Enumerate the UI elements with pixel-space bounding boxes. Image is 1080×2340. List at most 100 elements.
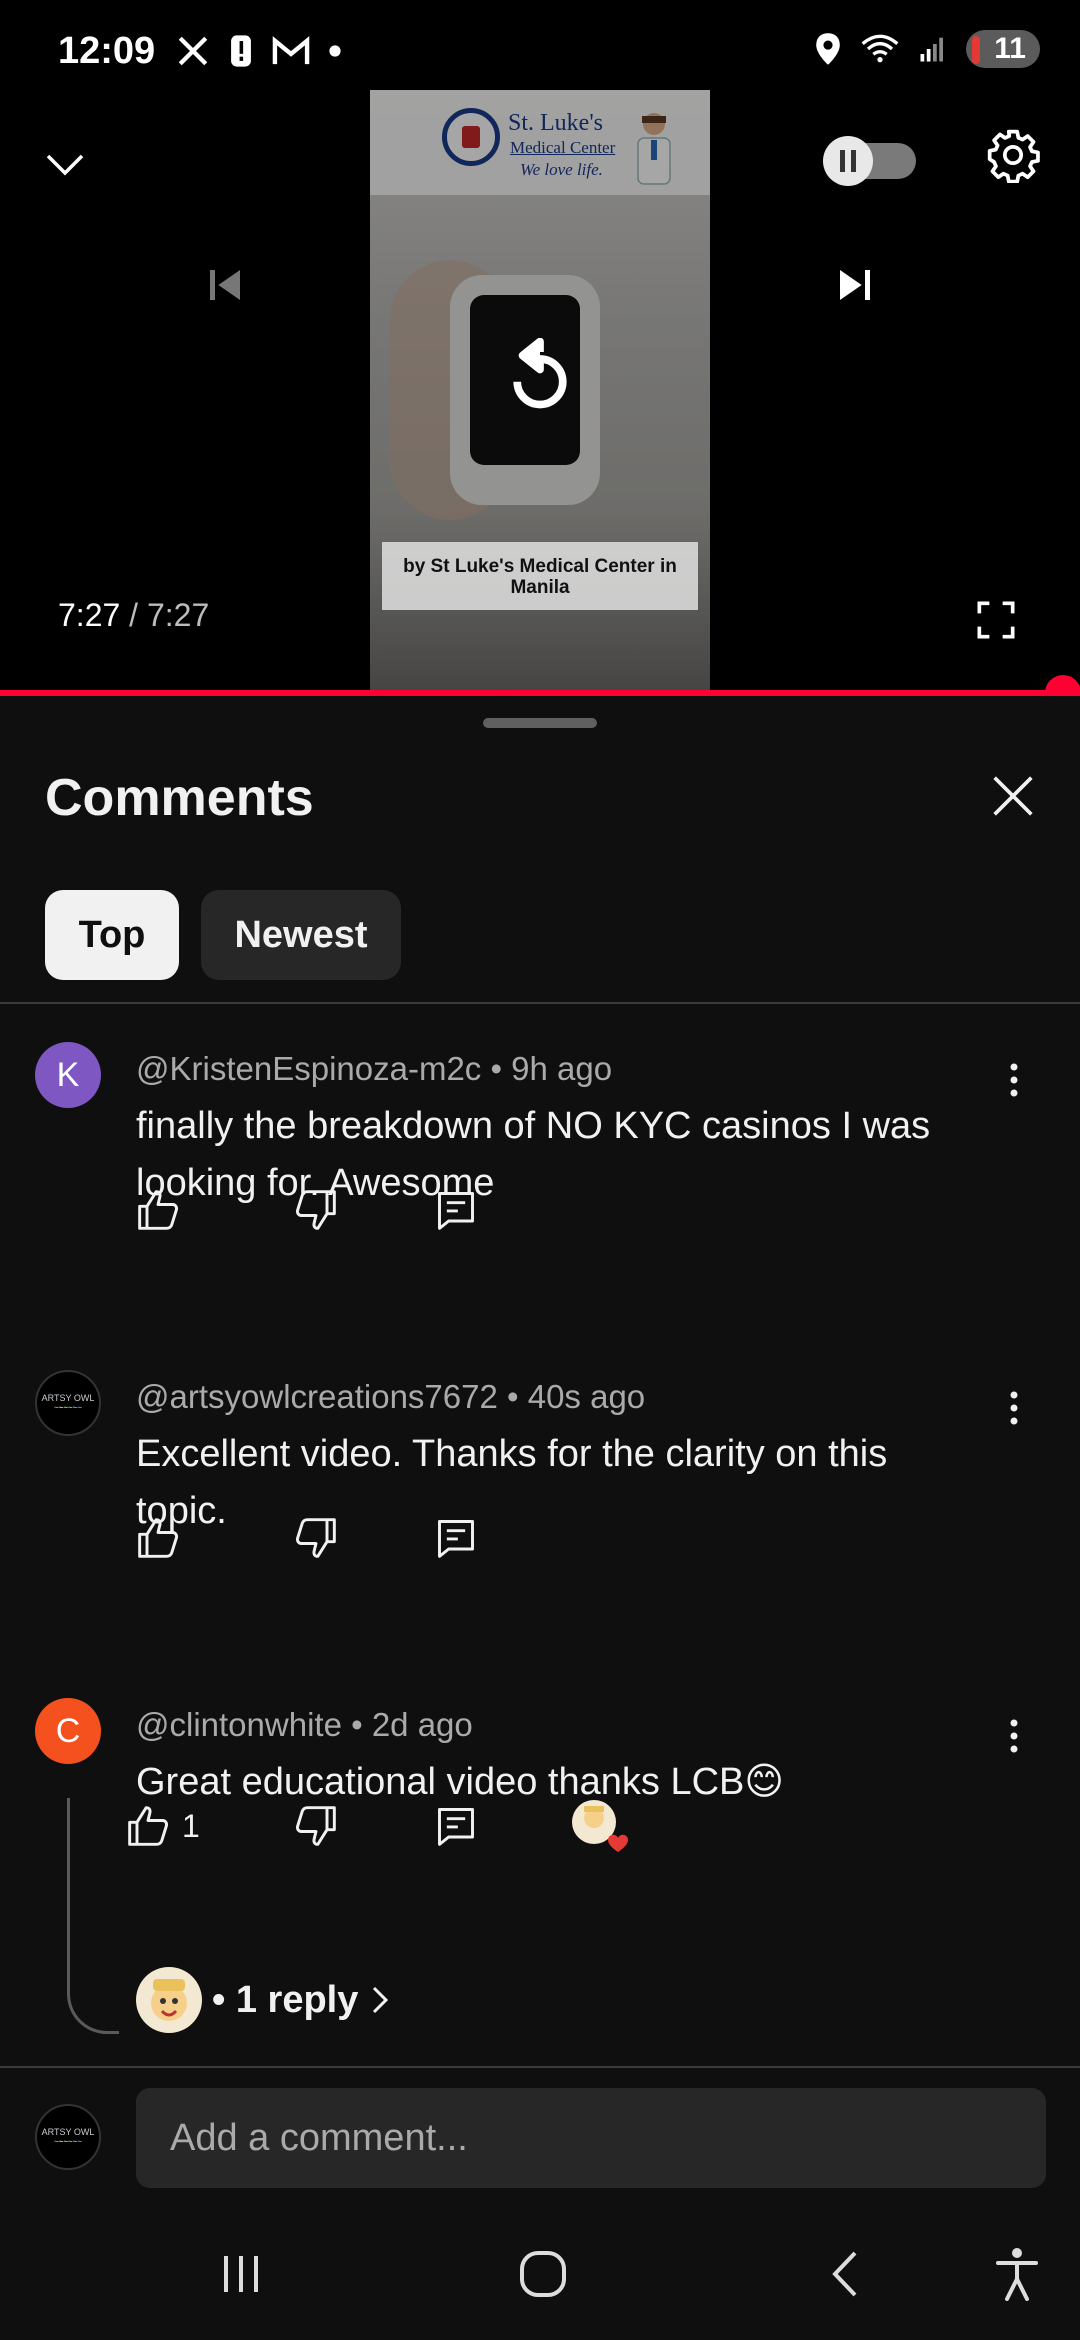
- chevron-right-icon: [373, 1986, 389, 2014]
- drag-handle[interactable]: [483, 718, 597, 728]
- notification-icons: [176, 34, 342, 68]
- more-vert-icon: [1010, 1719, 1018, 1753]
- comment-reply-icon: [438, 1192, 474, 1230]
- comment-text: finally the breakdown of NO KYC casinos …: [136, 1105, 931, 1204]
- avatar[interactable]: K: [35, 1042, 101, 1108]
- thumb-up-icon: [128, 1806, 169, 1846]
- comment-text: Excellent video. Thanks for the clarity …: [136, 1433, 888, 1532]
- thumb-down-icon: [295, 1190, 336, 1230]
- accessibility-icon: [996, 2248, 1038, 2301]
- reply-button[interactable]: [424, 1794, 488, 1858]
- add-comment-input[interactable]: [136, 2088, 1046, 2188]
- comment-header[interactable]: @artsyowlcreations7672 • 40s ago: [136, 1378, 645, 1416]
- back-button[interactable]: [800, 2234, 890, 2314]
- thumb-up-icon: [138, 1190, 179, 1230]
- comment-header[interactable]: @KristenEspinoza-m2c • 9h ago: [136, 1050, 612, 1088]
- more-vert-icon: [1010, 1063, 1018, 1097]
- comments-title: Comments: [45, 769, 314, 827]
- comment-item: K @KristenEspinoza-m2c • 9h ago finally …: [0, 1042, 1080, 1262]
- back-icon: [832, 2251, 857, 2297]
- avatar[interactable]: ARTSY OWL ~~~~~~: [35, 1370, 101, 1436]
- avatar[interactable]: C: [35, 1698, 101, 1764]
- avatar-text: ARTSY OWL: [41, 1393, 95, 1403]
- creator-heart-badge: [570, 1798, 630, 1858]
- reply-thread-line: [67, 1798, 119, 2034]
- time-separator: /: [129, 597, 139, 633]
- dislike-button[interactable]: [284, 1794, 348, 1858]
- filter-chip-newest[interactable]: Newest: [201, 890, 401, 980]
- battery-level: 11: [994, 32, 1026, 65]
- thumb-down-icon: [295, 1518, 336, 1558]
- view-replies-button[interactable]: • 1 reply: [136, 1966, 392, 2034]
- replies-label: • 1 reply: [212, 1978, 359, 2021]
- user-avatar[interactable]: ARTSY OWL ~~~~~~: [35, 2104, 101, 2170]
- filter-chip-top[interactable]: Top: [45, 890, 179, 980]
- dot-icon: [329, 45, 341, 57]
- replay-button[interactable]: [480, 320, 600, 440]
- status-time: 12:09: [58, 30, 156, 72]
- duration: 7:27: [146, 597, 210, 633]
- creator-heart-icon: [572, 1800, 628, 1852]
- collapse-player-button[interactable]: [30, 130, 100, 200]
- time-readout: 7:27 / 7:27: [58, 597, 209, 634]
- next-button[interactable]: [825, 240, 885, 330]
- skip-previous-icon: [210, 270, 240, 300]
- more-vert-icon: [1010, 1391, 1018, 1425]
- gmail-icon: [272, 36, 310, 65]
- dislike-button[interactable]: [284, 1178, 348, 1242]
- video-player[interactable]: St. Luke's Medical Center We love life. …: [0, 90, 1080, 690]
- wifi-icon: [861, 34, 899, 63]
- replay-icon: [513, 338, 567, 409]
- home-icon: [520, 2251, 566, 2297]
- alert-icon: [231, 35, 251, 67]
- video-caption: by St Luke's Medical Center in Manila: [382, 542, 698, 610]
- fullscreen-icon: [977, 601, 1015, 639]
- like-button[interactable]: [126, 1506, 190, 1570]
- add-comment-bar: ARTSY OWL ~~~~~~: [0, 2068, 1080, 2204]
- avatar-text: ARTSY OWL: [41, 2127, 95, 2137]
- comment-reply-icon: [438, 1808, 474, 1846]
- reply-avatar: [136, 1967, 202, 2033]
- autoplay-toggle[interactable]: [820, 135, 922, 187]
- battery-icon: 11: [966, 30, 1040, 68]
- comments-panel: Comments Top Newest K @KristenEspinoza-m…: [0, 696, 1080, 2086]
- skip-next-icon: [840, 270, 870, 300]
- reply-button[interactable]: [424, 1178, 488, 1242]
- close-icon: [993, 776, 1033, 816]
- location-icon: [816, 33, 841, 65]
- x-icon: [178, 36, 208, 66]
- thumb-down-icon: [295, 1806, 336, 1846]
- comment-header[interactable]: @clintonwhite • 2d ago: [136, 1706, 473, 1744]
- autoplay-pause-icon: [823, 136, 916, 186]
- reply-button[interactable]: [424, 1506, 488, 1570]
- comment-more-button[interactable]: [992, 1380, 1036, 1436]
- previous-button[interactable]: [195, 240, 255, 330]
- comment-item: C @clintonwhite • 2d ago Great education…: [0, 1698, 1080, 1868]
- recent-apps-icon: [224, 2256, 258, 2292]
- like-button[interactable]: 1: [126, 1794, 200, 1858]
- thumb-up-icon: [138, 1518, 179, 1558]
- settings-button[interactable]: [978, 120, 1048, 190]
- chevron-down-icon: [46, 154, 84, 176]
- dislike-button[interactable]: [284, 1506, 348, 1570]
- system-nav-bar: [0, 2204, 1080, 2340]
- status-bar: 12:09 11: [0, 0, 1080, 90]
- system-icons: 11: [814, 30, 1040, 68]
- avatar-rainbow-mark: ~~~~~~: [53, 1403, 83, 1412]
- comment-item: ARTSY OWL ~~~~~~ @artsyowlcreations7672 …: [0, 1370, 1080, 1590]
- home-button[interactable]: [498, 2234, 588, 2314]
- comment-text: Great educational video thanks LCB😊: [136, 1761, 784, 1803]
- divider: [0, 1002, 1080, 1004]
- gear-icon: [987, 129, 1040, 183]
- avatar-rainbow-mark: ~~~~~~: [53, 2137, 83, 2146]
- like-button[interactable]: [126, 1178, 190, 1242]
- fullscreen-button[interactable]: [968, 592, 1024, 648]
- signal-icon: [920, 37, 944, 62]
- comment-reply-icon: [438, 1520, 474, 1558]
- close-comments-button[interactable]: [985, 768, 1041, 824]
- comment-more-button[interactable]: [992, 1708, 1036, 1764]
- cartoon-avatar-icon: [151, 1979, 187, 2021]
- accessibility-button[interactable]: [972, 2234, 1062, 2314]
- recent-apps-button[interactable]: [196, 2234, 286, 2314]
- comment-more-button[interactable]: [992, 1052, 1036, 1108]
